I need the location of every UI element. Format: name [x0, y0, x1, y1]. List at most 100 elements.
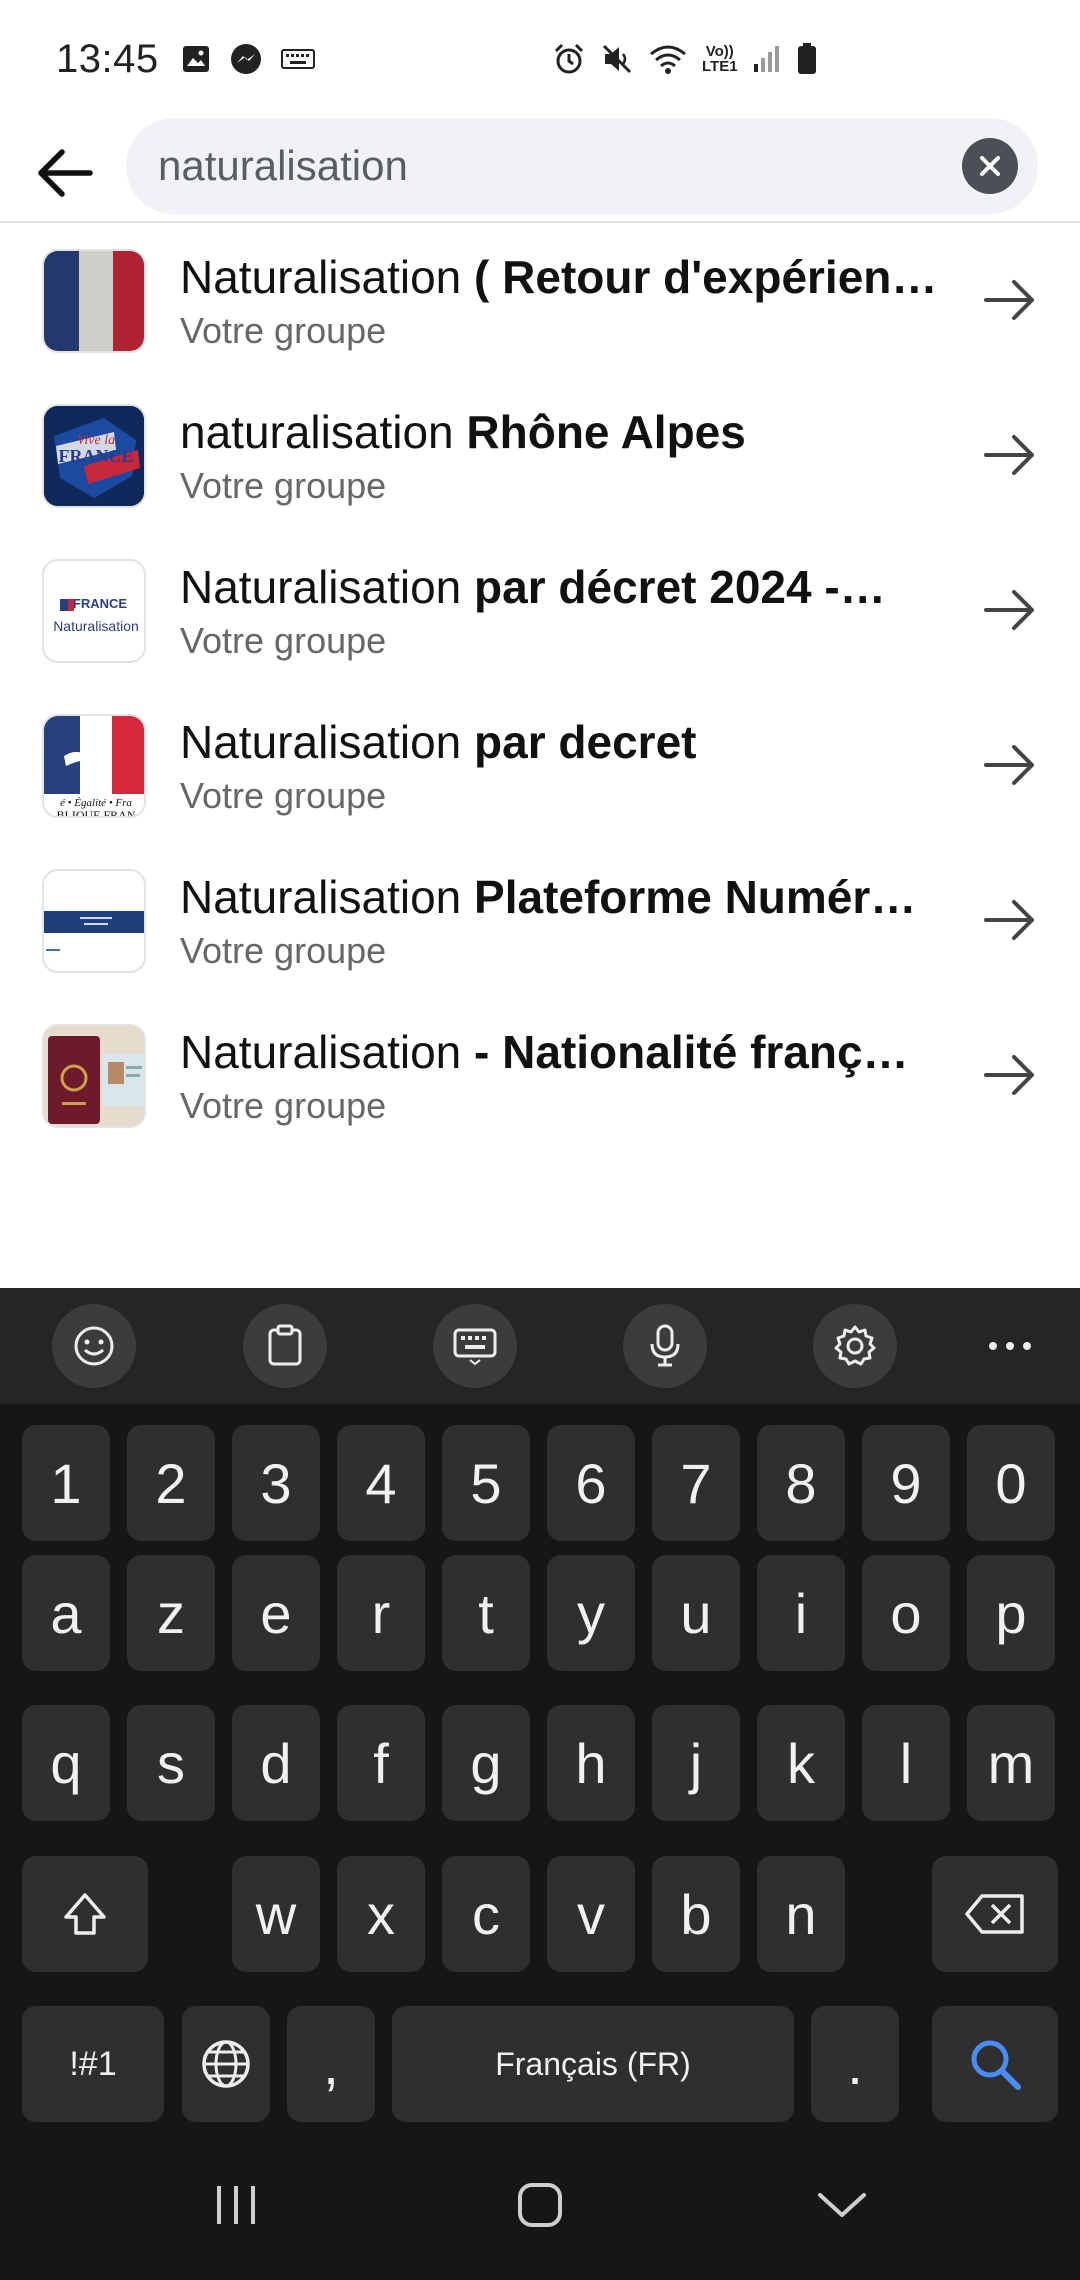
result-subtitle: Votre groupe	[180, 310, 387, 351]
settings-button[interactable]	[813, 1304, 897, 1388]
key-h[interactable]: h	[547, 1705, 635, 1821]
key-c[interactable]: c	[442, 1856, 530, 1972]
key-m[interactable]: m	[967, 1705, 1055, 1821]
key-d[interactable]: d	[232, 1705, 320, 1821]
key-8[interactable]: 8	[757, 1425, 845, 1541]
key-k[interactable]: k	[757, 1705, 845, 1821]
microphone-button[interactable]	[623, 1304, 707, 1388]
status-left-icons	[181, 42, 315, 76]
clear-search-button[interactable]	[962, 138, 1018, 194]
result-item[interactable]: Naturalisation - Nationalité franç… Votr…	[0, 997, 1080, 1152]
key-u[interactable]: u	[652, 1555, 740, 1671]
emoji-button[interactable]	[52, 1304, 136, 1388]
arrow-right-icon	[984, 900, 1034, 940]
back-button[interactable]	[30, 138, 100, 208]
search-input[interactable]: naturalisation	[126, 118, 1038, 214]
key-q[interactable]: q	[22, 1705, 110, 1821]
microphone-icon	[650, 1324, 680, 1367]
signal-icon	[752, 44, 782, 74]
backspace-key[interactable]	[932, 1856, 1058, 1972]
result-subtitle: Votre groupe	[180, 620, 387, 661]
open-group-button[interactable]	[982, 737, 1038, 793]
keyboard-toolbar	[0, 1288, 1080, 1404]
key-r[interactable]: r	[337, 1555, 425, 1671]
key-3[interactable]: 3	[232, 1425, 320, 1541]
key-0[interactable]: 0	[967, 1425, 1055, 1541]
settings-icon	[834, 1325, 876, 1366]
back-arrow-icon	[38, 149, 93, 197]
thumb-text-bottom: Naturalisation	[53, 618, 139, 634]
home-button[interactable]	[500, 2170, 580, 2240]
key-9[interactable]: 9	[862, 1425, 950, 1541]
key-o[interactable]: o	[862, 1555, 950, 1671]
key-a[interactable]: a	[22, 1555, 110, 1671]
shift-key[interactable]	[22, 1856, 148, 1972]
search-key[interactable]	[932, 2006, 1058, 2122]
result-subtitle: Votre groupe	[180, 775, 387, 816]
result-item[interactable]: Vive la FRANCE naturalisation Rhône Alpes…	[0, 377, 1080, 532]
key-l[interactable]: l	[862, 1705, 950, 1821]
key-j[interactable]: j	[652, 1705, 740, 1821]
result-item[interactable]: é • Égalité • Fra BLIQUE FRAN Naturalisat…	[0, 687, 1080, 842]
result-item[interactable]: FRANCE Naturalisation Naturalisation par …	[0, 532, 1080, 687]
volte-icon: Vo)) LTE1	[702, 44, 738, 74]
result-item[interactable]: Naturalisation Plateforme Numér… Votre g…	[0, 842, 1080, 997]
key-1[interactable]: 1	[22, 1425, 110, 1541]
emoji-icon	[74, 1326, 114, 1366]
key-f[interactable]: f	[337, 1705, 425, 1821]
key-t[interactable]: t	[442, 1555, 530, 1671]
period-key[interactable]: .	[811, 2006, 899, 2122]
more-button[interactable]	[968, 1304, 1052, 1388]
open-group-button[interactable]	[982, 1047, 1038, 1103]
key-p[interactable]: p	[967, 1555, 1055, 1671]
key-6[interactable]: 6	[547, 1425, 635, 1541]
open-group-button[interactable]	[982, 892, 1038, 948]
open-group-button[interactable]	[982, 427, 1038, 483]
key-y[interactable]: y	[547, 1555, 635, 1671]
group-thumbnail-passport	[42, 1024, 146, 1128]
open-group-button[interactable]	[982, 272, 1038, 328]
hide-keyboard-button[interactable]	[802, 2170, 882, 2240]
key-i[interactable]: i	[757, 1555, 845, 1671]
arrow-right-icon	[984, 590, 1034, 630]
result-title: Naturalisation ( Retour d'expérien…	[180, 251, 938, 303]
results-list: Naturalisation ( Retour d'expérien… Votr…	[0, 222, 1080, 1152]
key-e[interactable]: e	[232, 1555, 320, 1671]
key-z[interactable]: z	[127, 1555, 215, 1671]
language-key[interactable]	[182, 2006, 270, 2122]
key-b[interactable]: b	[652, 1856, 740, 1972]
result-title: Naturalisation Plateforme Numér…	[180, 871, 917, 923]
key-g[interactable]: g	[442, 1705, 530, 1821]
result-subtitle: Votre groupe	[180, 930, 387, 971]
group-thumbnail-france-naturalisation: FRANCE Naturalisation	[42, 559, 146, 663]
comma-key[interactable]: ,	[287, 2006, 375, 2122]
arrow-right-icon	[984, 745, 1034, 785]
screen: 13:45 Vo)) LTE1 naturalisation Naturalis…	[0, 0, 1080, 2280]
keyboard-mode-button[interactable]	[433, 1304, 517, 1388]
status-bar: 13:45 Vo)) LTE1	[0, 0, 1080, 118]
arrow-right-icon	[984, 1055, 1034, 1095]
key-2[interactable]: 2	[127, 1425, 215, 1541]
search-query: naturalisation	[158, 142, 408, 189]
key-n[interactable]: n	[757, 1856, 845, 1972]
group-thumbnail-french-flag	[42, 249, 146, 353]
result-item[interactable]: Naturalisation ( Retour d'expérien… Votr…	[0, 222, 1080, 377]
result-subtitle: Votre groupe	[180, 465, 387, 506]
key-5[interactable]: 5	[442, 1425, 530, 1541]
clipboard-button[interactable]	[243, 1304, 327, 1388]
key-x[interactable]: x	[337, 1856, 425, 1972]
home-icon	[518, 2183, 562, 2227]
key-s[interactable]: s	[127, 1705, 215, 1821]
result-title: Naturalisation par decret	[180, 716, 697, 768]
symbols-key[interactable]: !#1	[22, 2006, 164, 2122]
space-key[interactable]: Français (FR)	[392, 2006, 794, 2122]
backspace-icon	[965, 1894, 1024, 1934]
key-4[interactable]: 4	[337, 1425, 425, 1541]
recents-button[interactable]	[196, 2170, 276, 2240]
key-7[interactable]: 7	[652, 1425, 740, 1541]
open-group-button[interactable]	[982, 582, 1038, 638]
key-w[interactable]: w	[232, 1856, 320, 1972]
thumb-text-top: FRANCE	[73, 596, 127, 611]
key-v[interactable]: v	[547, 1856, 635, 1972]
group-thumbnail-vive-la-france: Vive la FRANCE	[42, 404, 146, 508]
